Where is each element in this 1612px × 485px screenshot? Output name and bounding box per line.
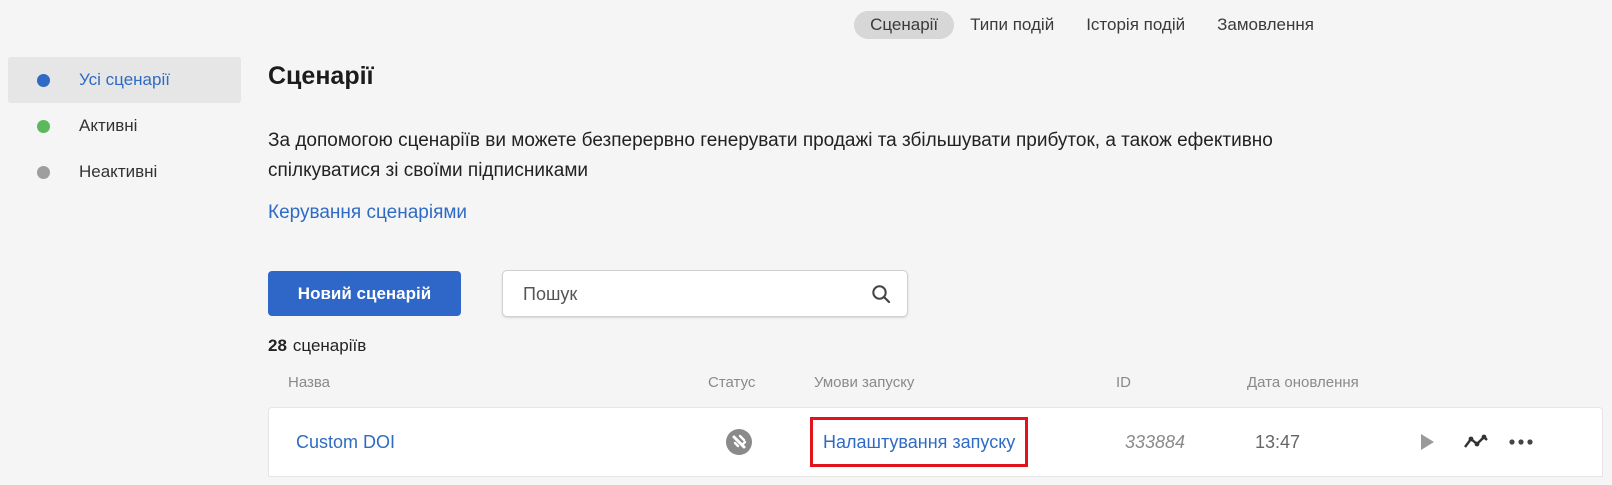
manage-scenarios-link[interactable]: Керування сценаріями	[268, 202, 467, 224]
disabled-status-icon	[726, 429, 752, 455]
sidebar: Усі сценарії Активні Неактивні	[8, 57, 241, 195]
topnav-event-types[interactable]: Типи подій	[954, 11, 1070, 39]
column-header-updated[interactable]: Дата оновлення	[1247, 374, 1359, 391]
scenario-name-link[interactable]: Custom DOI	[296, 432, 395, 453]
trigger-settings-link[interactable]: Налаштування запуску	[810, 417, 1029, 467]
sidebar-item-label: Неактивні	[79, 162, 158, 181]
topnav-scenarios[interactable]: Сценарії	[854, 11, 955, 39]
search-icon[interactable]	[871, 284, 891, 304]
table-row[interactable]: Custom DOI Налаштування запуску 333884 1…	[268, 407, 1603, 477]
topnav-orders[interactable]: Замовлення	[1201, 11, 1330, 39]
sidebar-item-label: Активні	[79, 116, 138, 135]
analytics-icon[interactable]	[1463, 431, 1489, 453]
scenario-id: 333884	[1125, 432, 1186, 452]
status-dot-icon	[37, 165, 50, 179]
search-input[interactable]	[521, 283, 865, 306]
page-description: За допомогою сценаріїв ви можете безпере…	[268, 130, 1273, 181]
column-header-trigger[interactable]: Умови запуску	[814, 374, 914, 391]
top-nav: Сценарії Типи подій Історія подій Замовл…	[854, 11, 1330, 39]
sidebar-item-inactive[interactable]: Неактивні	[8, 149, 241, 195]
status-dot-icon	[37, 73, 50, 87]
sidebar-item-active[interactable]: Активні	[8, 103, 241, 149]
sidebar-item-label: Усі сценарії	[79, 70, 170, 89]
scenario-updated: 13:47	[1255, 432, 1301, 452]
scenario-count-label: сценаріїв	[292, 336, 367, 355]
page-title: Сценарії	[268, 62, 374, 90]
scenario-count-number: 28	[268, 336, 287, 355]
topnav-event-history[interactable]: Історія подій	[1070, 11, 1201, 39]
more-icon[interactable]	[1508, 431, 1534, 453]
column-header-id[interactable]: ID	[1116, 374, 1131, 391]
search-box	[502, 270, 908, 317]
status-dot-icon	[37, 119, 50, 133]
sidebar-item-all[interactable]: Усі сценарії	[8, 57, 241, 103]
column-header-status[interactable]: Статус	[708, 374, 755, 391]
new-scenario-button[interactable]: Новий сценарій	[268, 271, 461, 316]
play-icon[interactable]	[1413, 431, 1439, 453]
scenario-count: 28 сценаріїв	[268, 336, 366, 356]
column-header-name[interactable]: Назва	[288, 374, 330, 391]
